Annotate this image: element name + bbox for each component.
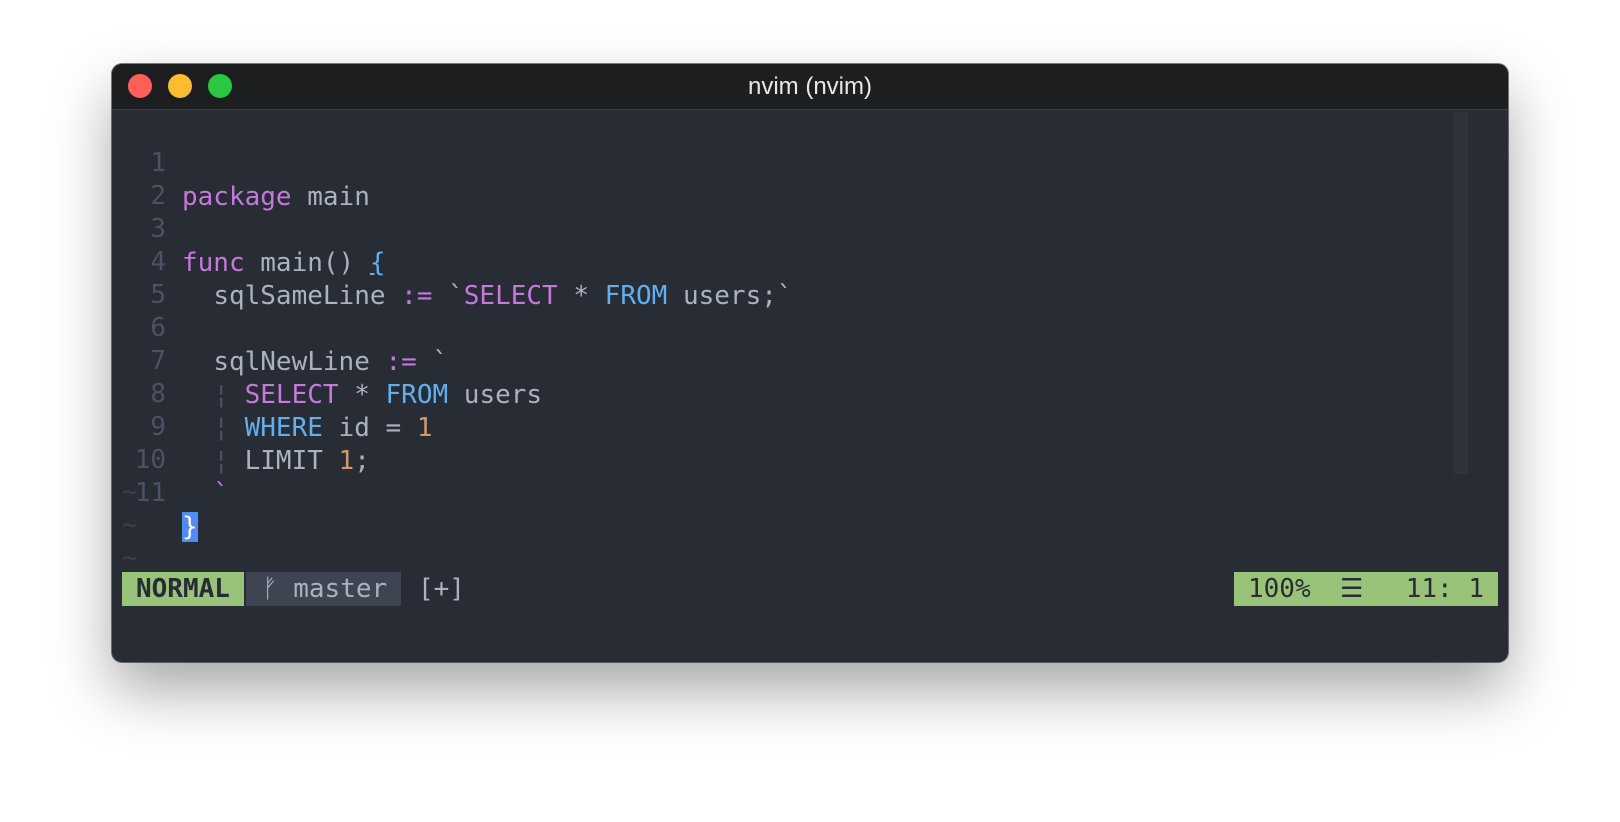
line-text: sqlNewLine := ` (213, 347, 449, 377)
code-line[interactable]: 6 sqlNewLine := ` (122, 277, 448, 377)
lines-icon: ☰ (1340, 574, 1364, 604)
mode-indicator: NORMAL (122, 572, 244, 606)
scrollbar[interactable] (1454, 112, 1468, 474)
line-text: ¦ SELECT * FROM users (213, 380, 543, 410)
code-line[interactable]: 11 } (122, 442, 216, 542)
modified-flag: [+] (418, 574, 465, 604)
code-line[interactable]: 8 ¦ WHERE id = 1 (122, 343, 432, 443)
line-text: } (182, 510, 198, 544)
code-line[interactable]: 1 package main (122, 112, 370, 212)
text-cursor: } (182, 512, 198, 542)
code-line[interactable]: 5 (122, 244, 216, 310)
status-line: NORMAL ᚠ master [+] 100% ☰ 11: 1 (122, 572, 1498, 606)
empty-line-marker: ~ (122, 477, 138, 507)
code-line[interactable]: 3 func main() { (122, 178, 385, 278)
empty-line-marker: ~ (122, 543, 138, 573)
scroll-percent: 100% (1248, 574, 1311, 604)
cursor-position: 11: 1 (1405, 574, 1484, 604)
matching-brace: { (369, 248, 386, 278)
code-line[interactable]: 9 ¦ LIMIT 1; (122, 376, 370, 476)
editor-buffer[interactable]: 1 package main 2 3 func main() { 4 sqlSa… (122, 112, 1498, 652)
code-line[interactable]: 4 sqlSameLine := `SELECT * FROM users;` (122, 211, 792, 311)
line-text: sqlSameLine := `SELECT * FROM users;` (213, 281, 793, 311)
code-line[interactable]: 10 ` (122, 409, 229, 509)
code-line[interactable]: 7 ¦ SELECT * FROM users (122, 310, 542, 410)
code-line[interactable]: 2 (122, 145, 216, 211)
title-bar: nvim (nvim) (112, 64, 1508, 110)
empty-line-marker: ~ (122, 510, 138, 540)
cursor-position-panel: 100% ☰ 11: 1 (1234, 572, 1498, 606)
terminal-window: nvim (nvim) 1 package main 2 3 func main… (112, 64, 1508, 662)
git-branch: ᚠ master (246, 572, 401, 606)
line-text: ¦ WHERE id = 1 (213, 413, 433, 443)
window-title: nvim (nvim) (748, 73, 872, 100)
